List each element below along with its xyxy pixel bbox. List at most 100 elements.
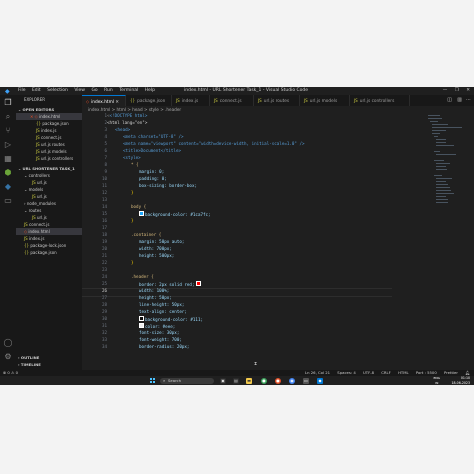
line-number: 4 [104,134,107,139]
color-swatch[interactable] [196,281,202,286]
code-line: <<!DOCTYPE html> [107,113,148,118]
windows-start-icon[interactable] [150,378,155,383]
minimap[interactable] [428,113,464,370]
code-line: margin: 0; [139,169,165,174]
editor-tabs: ◇ index.html ✕ {} package.json JS index.js … [82,95,474,106]
menu-go[interactable]: Go [91,88,97,93]
python-icon[interactable]: ◆ [3,182,13,192]
status-prettier[interactable]: Prettier [444,370,458,375]
status-encoding[interactable]: UTF-8 [363,370,374,375]
tree-folder[interactable]: ⌄ models [16,186,82,193]
line-number: 22 [101,260,107,265]
status-language[interactable]: HTML [398,370,409,375]
close-button[interactable]: ✕ [466,88,470,93]
project-folder-header[interactable]: ⌄ URL SHORTENER TASK_1 [18,165,84,172]
open-editor-item[interactable]: JS index.js [16,127,82,134]
color-swatch[interactable] [139,323,144,328]
file-explorer-icon[interactable]: ▤ [233,377,239,384]
window-title: index.html - URL Shortener Task_1 - Visu… [184,88,309,93]
open-editor-item[interactable]: JS url.js routes [16,141,82,148]
tree-folder[interactable]: › node_modules [16,200,82,207]
tab-url-controllers[interactable]: JS url.js controllers [350,95,410,106]
tree-file[interactable]: JS url.js [16,179,82,186]
menu-help[interactable]: Help [145,88,155,93]
outline-header[interactable]: › OUTLINE [18,354,84,361]
tab-index-js[interactable]: JS index.js [172,95,210,106]
tree-file-active[interactable]: ◇ index.html [16,228,82,235]
tree-file[interactable]: JS index.js [16,235,82,242]
menu-bar: File Edit Selection View Go Run Terminal… [18,87,160,95]
language-indicator[interactable]: ENG IN [434,376,440,385]
source-control-icon[interactable]: ⑂ [3,126,13,136]
chrome-icon[interactable]: ◉ [289,377,295,384]
code-line: <meta name="viewport" content="width=dev… [123,141,305,146]
timeline-header[interactable]: › TIMELINE [18,361,84,368]
app-icon-red[interactable]: ● [275,377,281,384]
open-editor-item[interactable]: {} package.json [16,120,82,127]
open-preview-icon[interactable]: ◫ [447,95,452,106]
maximize-button[interactable]: ❐ [455,88,459,93]
code-line-current: width: 100%; [139,288,170,293]
folder-icon[interactable]: ▬ [246,377,252,384]
code-line: .header { [131,274,154,279]
open-editor-item[interactable]: JS url.js models [16,148,82,155]
code-line: font-size: 30px; [139,330,180,335]
remote-explorer-icon[interactable]: ▭ [3,196,13,206]
status-live-server[interactable]: Port : 5500 [416,370,437,375]
code-editor[interactable]: 1 <<!DOCTYPE html> 2 <html lang="en"> 3 … [82,113,474,370]
line-number: 28 [101,302,107,307]
status-cursor-position[interactable]: Ln 26, Col 21 [305,370,330,375]
taskbar-search[interactable]: ⌕ Search [160,377,214,384]
status-indentation[interactable]: Spaces: 4 [337,370,355,375]
tree-file[interactable]: JS url.js [16,214,82,221]
status-eol[interactable]: CRLF [381,370,391,375]
explorer-sidebar: EXPLORER ⌄ OPEN EDITORS ✕ ◇ index.html {… [16,95,82,370]
vscode-taskbar-icon[interactable]: ◆ [317,377,323,384]
line-number: 1 [104,113,107,118]
menu-terminal[interactable]: Terminal [119,88,138,93]
tab-url-models[interactable]: JS url.js models [300,95,350,106]
minimize-button[interactable]: — [443,88,448,93]
search-icon: ⌕ [163,377,166,383]
code-line: <style> [123,155,141,160]
open-editor-item[interactable]: JS url.js controllers [16,155,82,162]
extensions-icon[interactable]: ▦ [3,154,13,164]
tree-file[interactable]: JS url.js [16,193,82,200]
task-view-icon[interactable]: ▣ [220,377,226,384]
tree-file[interactable]: JS connect.js [16,221,82,228]
node-icon[interactable]: ⬢ [3,168,13,178]
system-tray[interactable]: 01:10 18-06-2023 [451,376,470,385]
menu-selection[interactable]: Selection [47,88,68,93]
breadcrumb[interactable]: index.html > html > head > style > .head… [82,106,474,113]
menu-file[interactable]: File [18,88,26,93]
tab-index-html[interactable]: ◇ index.html ✕ [82,95,126,106]
tab-url-routes[interactable]: JS url.js routes [254,95,300,106]
settings-gear-icon[interactable]: ⚙ [3,352,13,362]
code-line: <head> [115,127,131,132]
explorer-icon[interactable]: ❐ [3,98,13,108]
account-icon[interactable]: ◯ [3,338,13,348]
color-swatch[interactable] [139,316,144,321]
tab-package-json[interactable]: {} package.json [126,95,172,106]
open-editor-item[interactable]: JS connect.js [16,134,82,141]
tree-folder[interactable]: ⌄ controllers [16,172,82,179]
split-editor-icon[interactable]: ▥ [457,95,462,106]
open-editor-item[interactable]: ✕ ◇ index.html [16,112,82,120]
color-swatch[interactable] [139,211,144,216]
line-number: 16 [101,218,107,223]
tree-folder[interactable]: ⌄ routes [16,207,82,214]
tree-file[interactable]: {} package-lock.json [16,242,82,249]
line-number: 14 [101,204,107,209]
menu-run[interactable]: Run [104,88,113,93]
notifications-bell-icon[interactable]: 🔔︎ [465,370,470,375]
menu-edit[interactable]: Edit [32,88,41,93]
terminal-icon[interactable]: ▭ [303,377,309,384]
app-icon-green[interactable]: ● [261,377,267,384]
tab-connect-js[interactable]: JS connect.js [210,95,254,106]
line-number: 6 [104,148,107,153]
search-icon[interactable]: ⌕ [3,112,13,122]
tree-file[interactable]: {} package.json [16,249,82,256]
more-actions-icon[interactable]: ⋯ [466,95,471,106]
run-debug-icon[interactable]: ▷ [3,140,13,150]
menu-view[interactable]: View [74,88,85,93]
